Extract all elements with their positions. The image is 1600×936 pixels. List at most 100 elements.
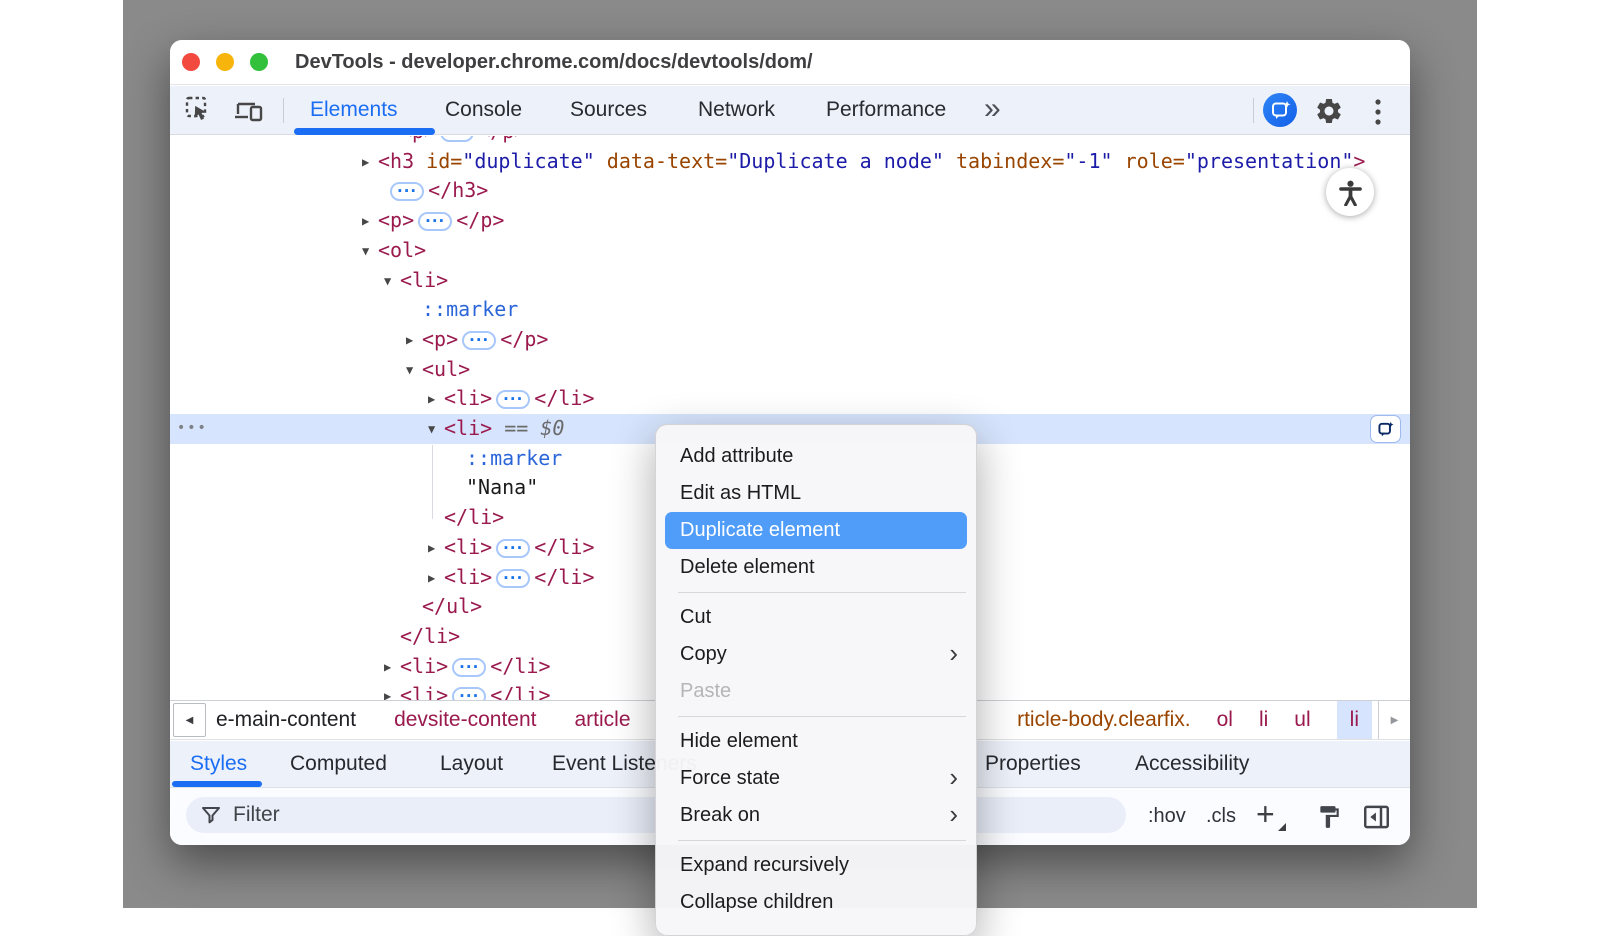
dom-tree-row[interactable]: <p>···</p>: [170, 136, 1410, 147]
paint-format-icon[interactable]: [1316, 804, 1342, 835]
menu-item-collapse-children[interactable]: Collapse children: [656, 884, 976, 921]
menu-item-force-state[interactable]: Force state›: [656, 760, 976, 797]
tab-console[interactable]: Console: [445, 86, 522, 133]
toolbar-divider: [283, 98, 284, 123]
settings-gear-icon[interactable]: [1314, 96, 1344, 126]
indent-spacer: [170, 404, 428, 405]
expand-arrow-icon[interactable]: ▶: [428, 564, 444, 594]
breadcrumb-item[interactable]: li: [1259, 708, 1268, 732]
menu-item-label: Paste: [680, 673, 731, 710]
tab-performance[interactable]: Performance: [826, 86, 946, 133]
inspect-element-icon[interactable]: [185, 96, 215, 126]
ai-assistant-icon[interactable]: [1263, 93, 1297, 127]
dom-tree-row[interactable]: ···</h3>: [170, 176, 1410, 206]
toggle-element-state-button[interactable]: :hov: [1148, 788, 1186, 845]
code-token-val: "duplicate": [462, 149, 594, 173]
expand-arrow-icon[interactable]: ▶: [428, 534, 444, 564]
row-overflow-dots[interactable]: •••: [177, 414, 208, 444]
menu-item-add-attribute[interactable]: Add attribute: [656, 438, 976, 475]
indent-spacer: [170, 345, 406, 346]
inline-expander-icon[interactable]: ···: [452, 687, 486, 700]
indent-spacer: [170, 375, 406, 376]
breadcrumb-item[interactable]: rticle-body.clearfix.: [1017, 708, 1191, 732]
dom-tree-row[interactable]: ::marker: [170, 295, 1410, 325]
menu-item-break-on[interactable]: Break on›: [656, 797, 976, 834]
new-style-rule-dropdown-icon[interactable]: [1278, 823, 1286, 831]
more-tabs-icon[interactable]: »: [984, 86, 1001, 131]
inline-expander-icon[interactable]: ···: [440, 136, 474, 142]
inline-expander-icon[interactable]: ···: [452, 658, 486, 677]
inline-expander-icon[interactable]: ···: [496, 539, 530, 558]
code-token-tag: </li>: [534, 565, 594, 589]
code-token-val: "-1": [1064, 149, 1112, 173]
expand-arrow-icon[interactable]: ▶: [384, 682, 400, 700]
tab-elements[interactable]: Elements: [310, 86, 398, 133]
menu-item-edit-as-html[interactable]: Edit as HTML: [656, 475, 976, 512]
device-toolbar-icon[interactable]: [233, 96, 265, 126]
minimize-button[interactable]: [216, 53, 234, 71]
zoom-button[interactable]: [250, 53, 268, 71]
dom-tree-row[interactable]: ▶<p>···</p>: [170, 325, 1410, 355]
collapse-arrow-icon[interactable]: ▼: [362, 237, 378, 267]
expand-arrow-icon[interactable]: ▶: [362, 207, 378, 237]
code-token-tag: <p>: [422, 327, 458, 351]
menu-item-hide-element[interactable]: Hide element: [656, 723, 976, 760]
menu-item-copy[interactable]: Copy›: [656, 636, 976, 673]
accessibility-overlay-button[interactable]: [1326, 168, 1374, 216]
dom-tree-row[interactable]: ▶<p>···</p>: [170, 206, 1410, 236]
indent-spacer: [170, 464, 450, 465]
tab-computed[interactable]: Computed: [290, 741, 387, 787]
submenu-chevron-icon: ›: [949, 760, 958, 797]
menu-item-cut[interactable]: Cut: [656, 599, 976, 636]
menu-item-duplicate-element[interactable]: Duplicate element: [665, 512, 967, 549]
menu-item-label: Collapse children: [680, 884, 833, 921]
inline-expander-icon[interactable]: ···: [496, 390, 530, 409]
code-token-eq: ==: [492, 416, 540, 440]
breadcrumb-item[interactable]: li: [1337, 701, 1372, 739]
breadcrumb-scroll-left-button[interactable]: ◀: [173, 703, 206, 737]
tab-layout[interactable]: Layout: [440, 741, 503, 787]
expand-arrow-icon[interactable]: ▶: [362, 148, 378, 178]
inline-expander-icon[interactable]: ···: [496, 569, 530, 588]
expand-arrow-icon[interactable]: ▶: [406, 326, 422, 356]
inline-expander-icon[interactable]: ···: [418, 212, 452, 231]
dom-tree-row[interactable]: ▶<h3 id="duplicate" data-text="Duplicate…: [170, 147, 1410, 177]
element-classes-button[interactable]: .cls: [1206, 788, 1236, 845]
new-style-rule-button[interactable]: +: [1256, 788, 1275, 841]
breadcrumb-item[interactable]: article: [575, 708, 631, 732]
accessibility-person-icon: [1337, 179, 1364, 206]
inline-expander-icon[interactable]: ···: [462, 331, 496, 350]
tab-properties[interactable]: Properties: [985, 741, 1081, 787]
menu-item-expand-recursively[interactable]: Expand recursively: [656, 847, 976, 884]
breadcrumb-item[interactable]: e-main-content: [216, 708, 356, 732]
collapse-arrow-icon[interactable]: ▼: [384, 267, 400, 297]
breadcrumb-item[interactable]: ol: [1217, 708, 1233, 732]
breadcrumb-item[interactable]: ul: [1294, 708, 1310, 732]
collapse-arrow-icon[interactable]: ▼: [428, 415, 444, 445]
dom-tree-row[interactable]: ▶<li>···</li>: [170, 384, 1410, 414]
inline-expander-icon[interactable]: ···: [390, 182, 424, 201]
tab-network[interactable]: Network: [698, 86, 775, 133]
breadcrumb-scroll-right-button[interactable]: ▶: [1378, 701, 1410, 739]
menu-item-label: Delete element: [680, 549, 815, 586]
tab-sources[interactable]: Sources: [570, 86, 647, 133]
menu-item-paste: Paste: [656, 673, 976, 710]
tree-indent-guide: [432, 445, 433, 519]
breadcrumb-item[interactable]: devsite-content: [394, 708, 536, 732]
expand-arrow-icon[interactable]: ▶: [384, 653, 400, 683]
tab-accessibility[interactable]: Accessibility: [1135, 741, 1249, 787]
dom-tree-row[interactable]: ▼<li>: [170, 266, 1410, 296]
dom-tree-row[interactable]: ▼<ol>: [170, 236, 1410, 266]
expand-arrow-icon[interactable]: ▶: [428, 385, 444, 415]
collapse-arrow-icon[interactable]: ▼: [406, 356, 422, 386]
ai-assistant-row-button[interactable]: [1370, 415, 1401, 443]
dom-tree-row[interactable]: ▼<ul>: [170, 355, 1410, 385]
menu-divider: [678, 840, 966, 841]
breadcrumb-left-items: e-main-content devsite-content article: [216, 701, 631, 739]
active-tab-indicator: [294, 128, 435, 135]
menu-item-delete-element[interactable]: Delete element: [656, 549, 976, 586]
more-options-icon[interactable]: [1374, 98, 1382, 126]
close-button[interactable]: [182, 53, 200, 71]
menu-item-label: Hide element: [680, 723, 798, 760]
dock-panel-icon[interactable]: [1363, 804, 1390, 835]
